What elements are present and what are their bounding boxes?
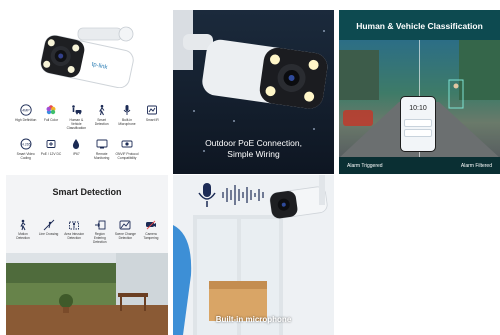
feature-high-definition: 4MP High Definition: [14, 104, 37, 130]
microphone-scene-image: [173, 175, 334, 335]
smart-ir-icon: [147, 105, 158, 115]
feature-remote-monitoring: Remote Monitoring: [90, 138, 113, 160]
microphone-caption: Built-in microphone: [215, 315, 292, 324]
product-overview-tile[interactable]: tp-link 4MP High Definition Full Color H…: [6, 10, 168, 174]
motion-detection-icon: [20, 219, 26, 231]
alarm-triggered-label: Alarm Triggered: [347, 163, 383, 169]
detection-camera-tampering: Camera Tampering: [140, 219, 162, 244]
camera-tampering-icon: [145, 220, 156, 230]
feature-onvif: ONVIF Protocol Compatibility: [115, 138, 139, 160]
feature-icon-grid: 4MP High Definition Full Color Human & V…: [14, 104, 164, 160]
caption-line: Simple Wiring: [227, 149, 280, 159]
phone-notification: [404, 119, 432, 127]
feature-human-vehicle: Human & Vehicle Classification: [65, 104, 88, 130]
detection-icon-row: Motion Detection Line Crossing Area Intr…: [12, 219, 162, 244]
alarm-filtered-label: Alarm Filtered: [460, 163, 492, 169]
feature-label: Remote Monitoring: [93, 152, 110, 160]
detection-label: Region Entering Detection: [93, 232, 107, 244]
rain-drop: [193, 110, 195, 112]
feature-ip67: IP67: [65, 138, 88, 160]
phone-clock: 10:10: [409, 105, 427, 112]
feature-label: Smart Detection: [94, 118, 109, 126]
detection-region-entering: Region Entering Detection: [89, 219, 111, 244]
feature-microphone: Built-in Microphone: [115, 104, 138, 130]
feature-label: ONVIF Protocol Compatibility: [115, 152, 139, 160]
area-intrusion-icon: [69, 221, 80, 230]
detection-area-intrusion: Area Intrusion Detection: [63, 219, 85, 244]
remote-icon: [96, 139, 108, 149]
rain-drop: [323, 30, 325, 32]
camera-product-image: tp-link: [40, 26, 134, 88]
classification-tile[interactable]: Human & Vehicle Classification 10:10 Ala…: [339, 10, 500, 174]
smart-detection-icon: [98, 104, 105, 116]
detection-label: Area Intrusion Detection: [64, 232, 85, 240]
night-vision-icon: H.265: [20, 138, 32, 150]
feature-label: Full Color: [43, 118, 59, 122]
smart-detection-title: Smart Detection: [52, 187, 122, 197]
classification-title: Human & Vehicle Classification: [339, 10, 500, 40]
human-vehicle-icon: [72, 105, 82, 115]
onvif-icon: [121, 140, 133, 148]
region-entering-icon: [94, 220, 106, 230]
microphone-tile[interactable]: Built-in microphone: [173, 175, 334, 335]
ip67-icon: [73, 139, 80, 149]
detection-scene-change: Scene Change Detection: [114, 219, 136, 244]
phone-mockup: 10:10: [400, 96, 436, 152]
detection-label: Scene Change Detection: [114, 232, 136, 240]
detection-line-crossing: Line Crossing: [38, 219, 60, 244]
feature-smart-ir: Smart IR: [141, 104, 164, 130]
resolution-4mp-icon: 4MP: [20, 104, 32, 116]
detection-label: Line Crossing: [38, 232, 59, 236]
microphone-icon: [123, 105, 131, 115]
patio-scene-image: [6, 253, 168, 335]
feature-label: Smart Video Coding: [16, 152, 35, 160]
feature-poe: PoE / 12V DC: [39, 138, 62, 160]
feature-label: Smart IR: [145, 118, 159, 122]
svg-text:H.265: H.265: [21, 143, 30, 147]
outdoor-caption: Outdoor PoE Connection, Simple Wiring: [173, 138, 334, 160]
smart-detection-tile[interactable]: Smart Detection Motion Detection Line Cr…: [6, 175, 168, 335]
detection-motion: Motion Detection: [12, 219, 34, 244]
poe-icon: [46, 140, 56, 148]
feature-label: IP67: [72, 152, 80, 156]
feature-label: PoE / 12V DC: [40, 152, 62, 156]
phone-notification: [404, 129, 432, 137]
feature-full-color: Full Color: [39, 104, 62, 130]
outdoor-poe-tile[interactable]: Outdoor PoE Connection, Simple Wiring: [173, 10, 334, 174]
detection-label: Camera Tampering: [143, 232, 159, 240]
line-crossing-icon: [43, 219, 54, 231]
scene-change-icon: [119, 220, 131, 230]
rain-drop: [233, 120, 235, 122]
caption-line: Outdoor PoE Connection,: [205, 138, 302, 148]
color-wheel-icon: [46, 105, 56, 115]
rain-drop: [313, 128, 315, 130]
feature-label: Human & Vehicle Classification: [66, 118, 87, 130]
feature-label: Built-in Microphone: [118, 118, 136, 126]
feature-video-coding: H.265 Smart Video Coding: [14, 138, 37, 160]
detection-label: Motion Detection: [16, 232, 30, 240]
svg-text:4MP: 4MP: [22, 109, 30, 113]
feature-label: High Definition: [14, 118, 37, 122]
feature-smart-detection: Smart Detection: [90, 104, 113, 130]
